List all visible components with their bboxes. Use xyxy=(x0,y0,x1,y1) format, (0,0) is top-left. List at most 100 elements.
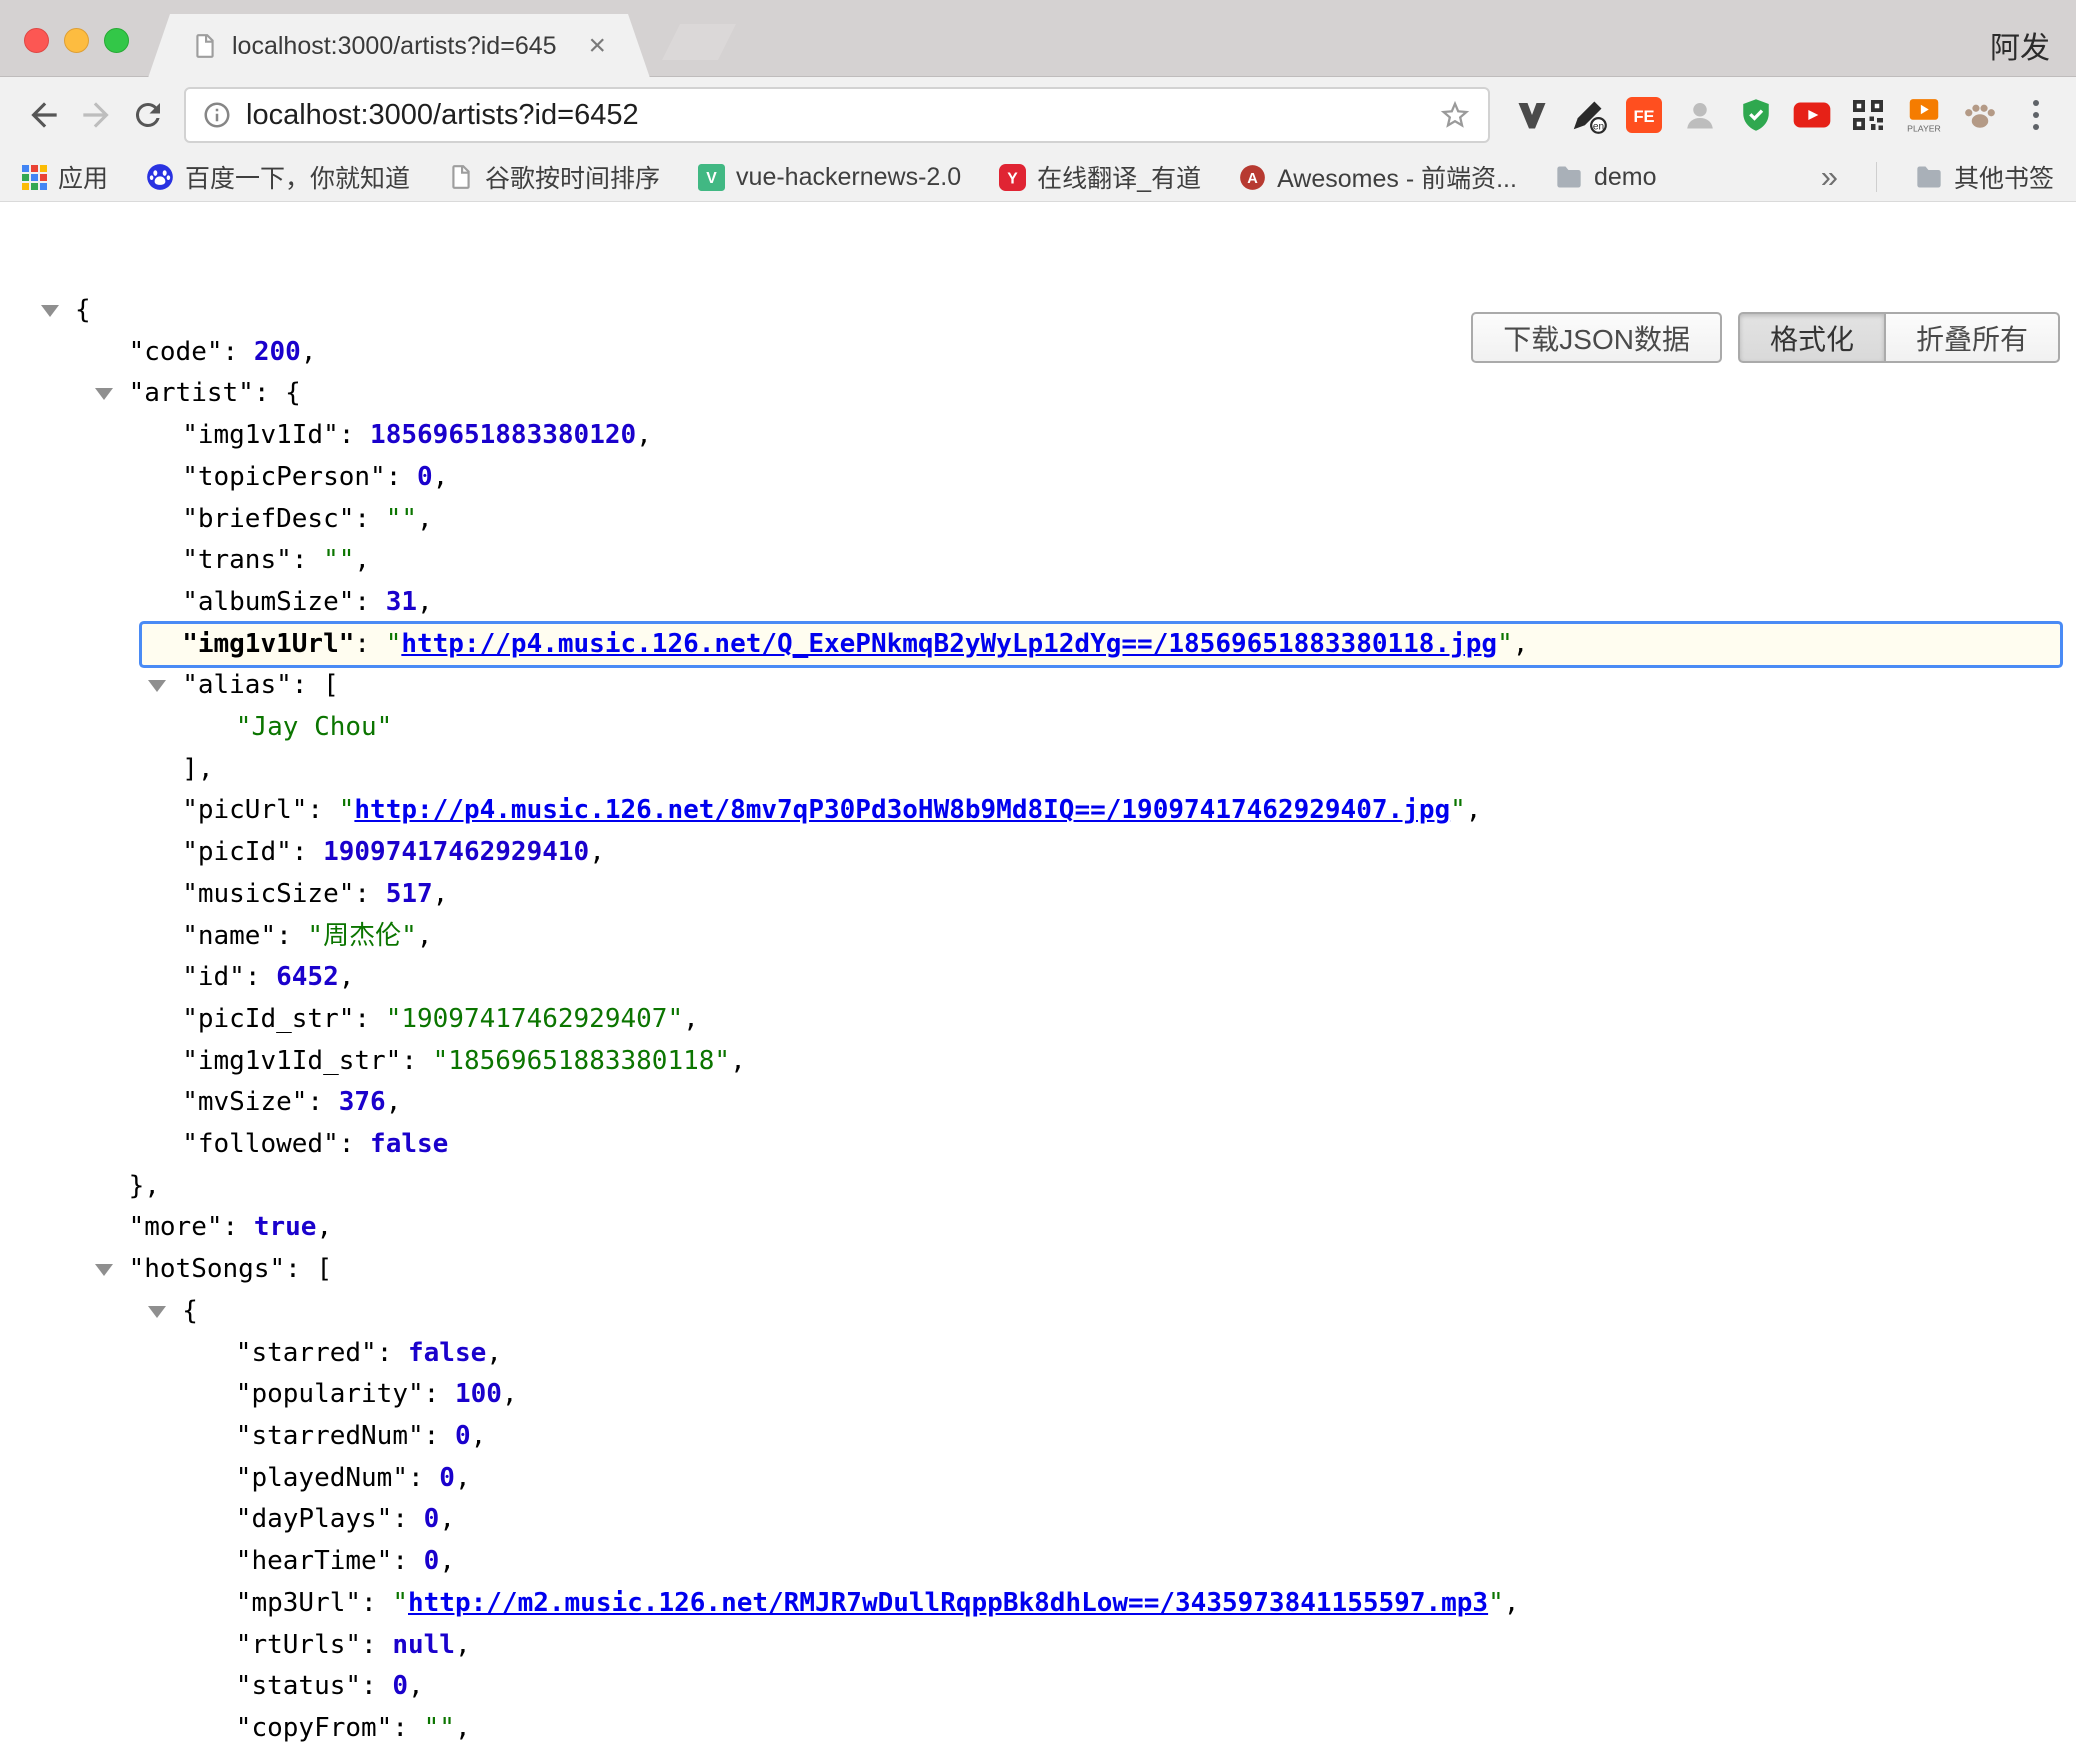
collapse-triangle-icon[interactable] xyxy=(41,305,59,317)
youtube-extension-icon[interactable] xyxy=(1790,93,1834,137)
folder-icon xyxy=(1915,163,1943,191)
json-link[interactable]: http://m2.music.126.net/RMJR7wDullRqppBk… xyxy=(408,1588,1488,1618)
json-line[interactable]: "popularity": 100, xyxy=(26,1374,2060,1416)
json-token: " xyxy=(1450,795,1466,825)
json-line[interactable]: "Jay Chou" xyxy=(26,707,2060,749)
back-button[interactable] xyxy=(18,89,70,141)
browser-tab[interactable]: localhost:3000/artists?id=645 × xyxy=(148,14,650,78)
minimize-window-button[interactable] xyxy=(64,28,89,53)
json-line[interactable]: "img1v1Url": "http://p4.music.126.net/Q_… xyxy=(142,624,2060,666)
json-line[interactable]: "status": 0, xyxy=(26,1666,2060,1708)
json-line[interactable]: "albumSize": 31, xyxy=(26,582,2060,624)
paw-extension-icon[interactable] xyxy=(1958,93,2002,137)
json-line[interactable]: "img1v1Id_str": "18569651883380118", xyxy=(26,1041,2060,1083)
json-token: "mp3Url" xyxy=(236,1588,361,1618)
json-line[interactable]: "picUrl": "http://p4.music.126.net/8mv7q… xyxy=(26,790,2060,832)
json-line[interactable]: "briefDesc": "", xyxy=(26,499,2060,541)
tab-close-icon[interactable]: × xyxy=(588,31,606,61)
json-token: "mvSize" xyxy=(182,1087,307,1117)
new-tab-button[interactable] xyxy=(662,24,736,60)
json-line[interactable]: ], xyxy=(26,749,2060,791)
json-token: "more" xyxy=(129,1212,223,1242)
vimium-extension-icon[interactable] xyxy=(1510,93,1554,137)
profile-button[interactable]: 阿发 xyxy=(1990,23,2050,67)
collapse-triangle-icon[interactable] xyxy=(95,1264,113,1276)
json-token: "" xyxy=(424,1713,455,1743)
json-line[interactable]: "rtUrls": null, xyxy=(26,1625,2060,1667)
json-line[interactable]: "mp3Url": "http://m2.music.126.net/RMJR7… xyxy=(26,1583,2060,1625)
page-icon xyxy=(448,164,474,190)
kebab-menu-icon[interactable] xyxy=(2014,93,2058,137)
json-link[interactable]: http://p4.music.126.net/Q_ExePNkmqB2yWyL… xyxy=(401,629,1497,659)
json-token: " xyxy=(386,629,402,659)
url-input[interactable]: localhost:3000/artists?id=6452 xyxy=(184,87,1490,143)
json-token: "dayPlays" xyxy=(236,1504,393,1534)
json-token: , xyxy=(386,1087,402,1117)
json-line[interactable]: }, xyxy=(26,1166,2060,1208)
collapse-triangle-icon[interactable] xyxy=(148,680,166,692)
json-line[interactable]: "followed": false xyxy=(26,1124,2060,1166)
json-token: "picId" xyxy=(182,837,292,867)
json-line[interactable]: "id": 6452, xyxy=(26,957,2060,999)
json-line[interactable]: "starred": false, xyxy=(26,1333,2060,1375)
person-extension-icon[interactable] xyxy=(1678,93,1722,137)
bookmark-item[interactable]: AAwesomes - 前端资... xyxy=(1239,159,1517,195)
player-extension-icon[interactable]: PLAYER xyxy=(1902,93,1946,137)
bookmark-item[interactable]: 应用 xyxy=(22,159,108,195)
collapse-triangle-icon[interactable] xyxy=(148,1306,166,1318)
json-line[interactable]: "picId": 19097417462929410, xyxy=(26,832,2060,874)
json-line[interactable]: "more": true, xyxy=(26,1207,2060,1249)
info-icon[interactable] xyxy=(202,100,232,130)
bookmark-item[interactable]: Y在线翻译_有道 xyxy=(999,159,1201,195)
bookmark-star-icon[interactable] xyxy=(1438,98,1472,132)
bookmark-item[interactable]: demo xyxy=(1555,163,1657,192)
translate-extension-icon[interactable]: en xyxy=(1566,93,1610,137)
json-token: , xyxy=(439,1504,455,1534)
json-link[interactable]: http://p4.music.126.net/8mv7qP30Pd3oHW8b… xyxy=(354,795,1450,825)
json-line[interactable]: "code": 200, xyxy=(26,332,2060,374)
bookmark-item[interactable]: Vvue-hackernews-2.0 xyxy=(698,163,961,192)
json-token: , xyxy=(1466,795,1482,825)
json-line[interactable]: { xyxy=(26,1291,2060,1333)
json-line[interactable]: "name": "周杰伦", xyxy=(26,916,2060,958)
json-line[interactable]: "alias": [ xyxy=(26,665,2060,707)
zoom-window-button[interactable] xyxy=(104,28,129,53)
json-line[interactable]: "img1v1Id": 18569651883380120, xyxy=(26,415,2060,457)
json-line[interactable]: "mvSize": 376, xyxy=(26,1082,2060,1124)
other-bookmarks-folder[interactable]: 其他书签 xyxy=(1915,159,2054,195)
json-token: : xyxy=(361,1630,392,1660)
bookmark-item[interactable]: 谷歌按时间排序 xyxy=(448,159,660,195)
qrcode-extension-icon[interactable] xyxy=(1846,93,1890,137)
bookmarks-overflow-chevron-icon[interactable]: » xyxy=(1821,159,1838,195)
bookmark-item[interactable]: 百度一下，你就知道 xyxy=(146,159,410,195)
forward-button[interactable] xyxy=(70,89,122,141)
json-token: : xyxy=(354,587,385,617)
json-line[interactable]: "trans": "", xyxy=(26,540,2060,582)
json-line[interactable]: "hearTime": 0, xyxy=(26,1541,2060,1583)
fe-extension-icon[interactable]: FE xyxy=(1622,93,1666,137)
reload-button[interactable] xyxy=(122,89,174,141)
json-token: , xyxy=(1504,1588,1520,1618)
json-token: : xyxy=(292,837,323,867)
json-token: : xyxy=(354,1004,385,1034)
json-line[interactable]: "copyFrom": "", xyxy=(26,1708,2060,1750)
shield-extension-icon[interactable] xyxy=(1734,93,1778,137)
json-token: false xyxy=(408,1338,486,1368)
json-line[interactable]: "musicSize": 517, xyxy=(26,874,2060,916)
json-line[interactable]: "starredNum": 0, xyxy=(26,1416,2060,1458)
page-icon xyxy=(192,33,218,59)
window-controls xyxy=(24,28,129,53)
json-token: "popularity" xyxy=(236,1379,424,1409)
json-token: 0 xyxy=(455,1421,471,1451)
json-line[interactable]: "picId_str": "19097417462929407", xyxy=(26,999,2060,1041)
json-token: "19097417462929407" xyxy=(386,1004,683,1034)
json-line[interactable]: "dayPlays": 0, xyxy=(26,1499,2060,1541)
json-line[interactable]: "topicPerson": 0, xyxy=(26,457,2060,499)
json-token: "picUrl" xyxy=(182,795,307,825)
collapse-triangle-icon[interactable] xyxy=(95,388,113,400)
json-line[interactable]: { xyxy=(26,290,2060,332)
json-line[interactable]: "hotSongs": [ xyxy=(26,1249,2060,1291)
json-line[interactable]: "artist": { xyxy=(26,373,2060,415)
json-line[interactable]: "playedNum": 0, xyxy=(26,1458,2060,1500)
close-window-button[interactable] xyxy=(24,28,49,53)
